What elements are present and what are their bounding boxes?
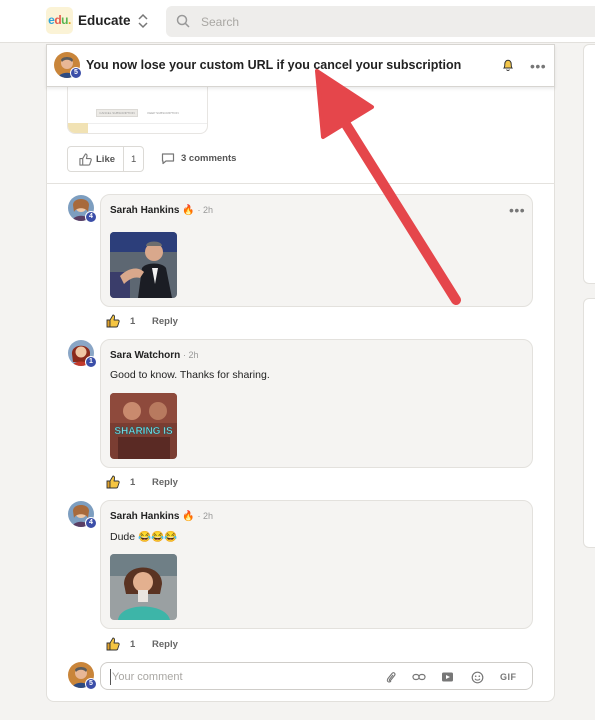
fire-emoji: 🔥 xyxy=(182,511,195,522)
level-badge: 5 xyxy=(70,67,82,79)
author-name[interactable]: Sarah Hankins xyxy=(110,511,179,522)
comment-author[interactable]: Sarah Hankins 🔥 · 2h xyxy=(110,205,213,216)
post-image[interactable]: CANCEL SUBSCRIPTION KEEP SUBSCRIPTION xyxy=(67,87,208,134)
comment-gif[interactable] xyxy=(110,232,177,298)
gif-woman-laughing xyxy=(110,554,177,620)
level-badge: 4 xyxy=(85,517,97,529)
author-name[interactable]: Sara Watchorn xyxy=(110,350,180,361)
avatar[interactable]: 4 xyxy=(68,501,97,529)
avatar[interactable]: 1 xyxy=(68,340,97,368)
like-count[interactable]: 1 xyxy=(130,477,135,488)
like-count[interactable]: 1 xyxy=(131,154,136,165)
comment-author[interactable]: Sara Watchorn · 2h xyxy=(110,350,199,361)
level-badge: 5 xyxy=(85,678,97,690)
search-bar[interactable] xyxy=(166,6,595,37)
gif-caption: SHARING IS xyxy=(114,426,173,437)
gif-button[interactable]: GIF xyxy=(500,672,517,682)
comment-gif[interactable] xyxy=(110,554,177,620)
comment-text: Dude 😂😂😂 xyxy=(110,531,178,543)
current-user-avatar[interactable]: 5 xyxy=(68,662,97,690)
comment-bubble: Sarah Hankins 🔥 · 2h Dude 😂😂😂 xyxy=(100,500,533,629)
link-icon[interactable] xyxy=(412,671,426,683)
bell-icon[interactable] xyxy=(502,58,514,72)
comment-time: · 2h xyxy=(197,511,214,521)
divider xyxy=(46,183,555,184)
logo-letter-u: u xyxy=(61,13,69,27)
author-name[interactable]: Sarah Hankins xyxy=(110,205,179,216)
reply-button[interactable]: Reply xyxy=(152,477,178,488)
educate-logo[interactable]: edu. xyxy=(46,7,73,34)
like-count[interactable]: 1 xyxy=(130,639,135,650)
more-options-icon[interactable]: ••• xyxy=(530,59,546,73)
like-count[interactable]: 1 xyxy=(130,316,135,327)
comments-link[interactable]: 3 comments xyxy=(161,152,236,168)
comment-gif[interactable]: SHARING IS xyxy=(110,393,177,459)
post-title[interactable]: You now lose your custom URL if you canc… xyxy=(86,58,461,72)
reply-button[interactable]: Reply xyxy=(152,639,178,650)
like-divider xyxy=(123,147,124,171)
gif-sharing-is-caring: SHARING IS xyxy=(110,393,177,459)
comment-text: Good to know. Thanks for sharing. xyxy=(110,369,270,381)
thumbs-up-icon[interactable] xyxy=(106,637,120,651)
sidebar-card-top xyxy=(583,44,595,284)
comment-input[interactable] xyxy=(110,669,370,685)
level-badge: 1 xyxy=(85,356,97,368)
emoji-icon[interactable] xyxy=(471,671,484,684)
search-icon xyxy=(176,14,190,28)
video-icon[interactable] xyxy=(441,671,454,683)
like-button[interactable]: Like 1 xyxy=(67,146,144,172)
comment-author[interactable]: Sarah Hankins 🔥 · 2h xyxy=(110,511,213,522)
reply-button[interactable]: Reply xyxy=(152,316,178,327)
comment-bubble: Sara Watchorn · 2h Good to know. Thanks … xyxy=(100,339,533,468)
sidebar-card-bottom xyxy=(583,298,595,548)
logo-dot: . xyxy=(68,13,71,27)
thumb-keep-button: KEEP SUBSCRIPTION xyxy=(147,111,179,115)
comment-time: · 2h xyxy=(197,205,214,215)
comments-count-label: 3 comments xyxy=(181,153,237,164)
community-switcher-icon[interactable] xyxy=(136,12,150,30)
thumb-strip xyxy=(68,123,88,133)
post-author-avatar[interactable]: 5 xyxy=(54,52,82,79)
sticky-post-header: 5 You now lose your custom URL if you ca… xyxy=(46,44,555,87)
comment-composer[interactable]: GIF xyxy=(100,662,533,690)
thumbs-up-icon[interactable] xyxy=(106,314,120,328)
top-bar: edu. Educate xyxy=(0,0,595,43)
search-input[interactable] xyxy=(201,12,581,31)
thumb-cancel-button: CANCEL SUBSCRIPTION xyxy=(96,109,138,117)
more-options-icon[interactable]: ••• xyxy=(509,203,525,217)
level-badge: 4 xyxy=(85,211,97,223)
thumbs-up-icon xyxy=(79,153,92,166)
gif-man-gesturing xyxy=(110,232,177,298)
fire-emoji: 🔥 xyxy=(182,205,195,216)
avatar[interactable]: 4 xyxy=(68,195,97,223)
comment-bubble: Sarah Hankins 🔥 · 2h ••• xyxy=(100,194,533,307)
thumbs-up-icon[interactable] xyxy=(106,475,120,489)
comment-icon xyxy=(161,153,175,165)
attachment-icon[interactable] xyxy=(385,671,397,684)
thumb-divider xyxy=(88,123,207,124)
community-name[interactable]: Educate xyxy=(78,13,131,28)
like-label: Like xyxy=(96,154,116,165)
comment-time: · 2h xyxy=(182,350,199,360)
